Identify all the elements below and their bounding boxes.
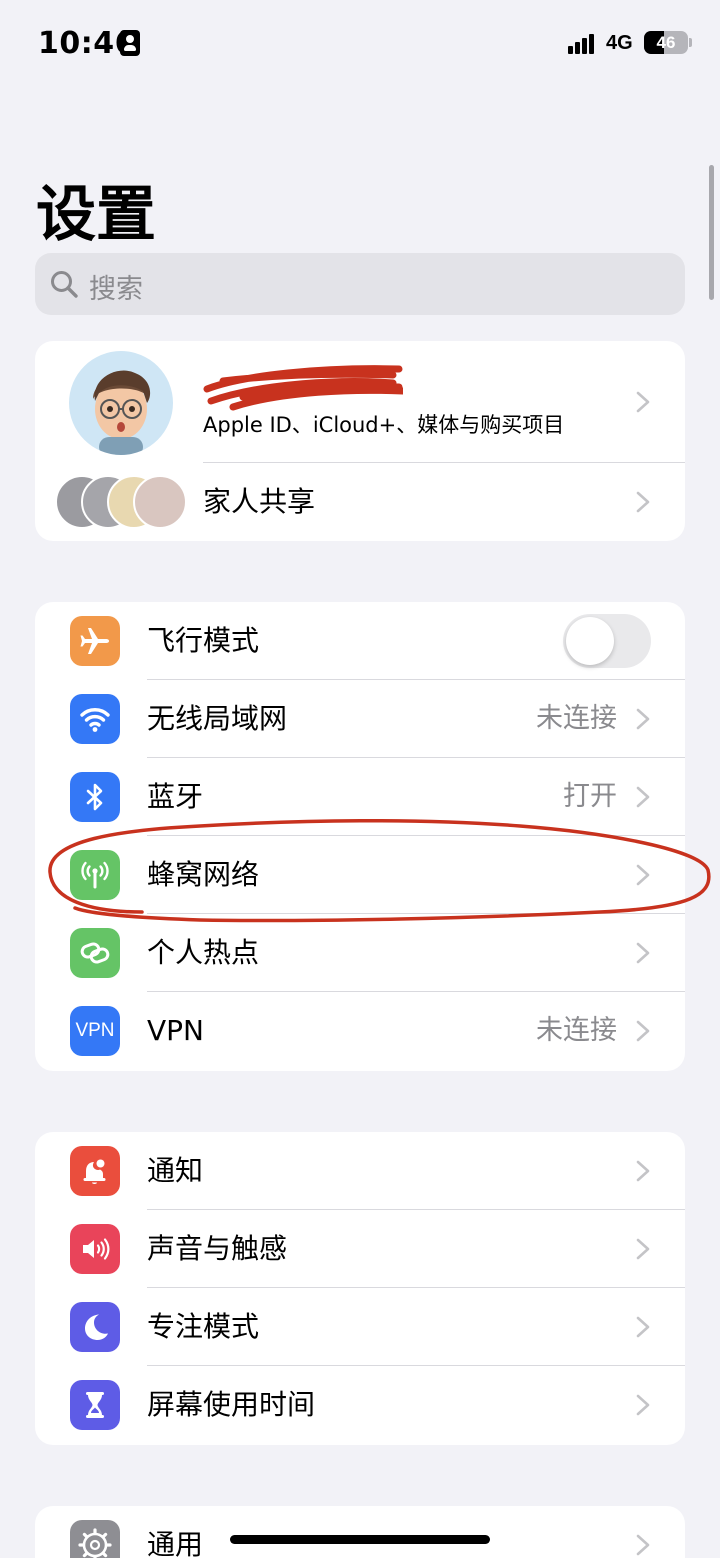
wifi-icon bbox=[70, 694, 120, 744]
focus-label: 专注模式 bbox=[147, 1310, 260, 1343]
search-input[interactable]: 搜索 bbox=[35, 253, 685, 315]
moon-icon bbox=[70, 1302, 120, 1352]
speaker-icon bbox=[70, 1224, 120, 1274]
family-avatars bbox=[55, 473, 195, 531]
status-bar: 10:46 4G 46 bbox=[0, 0, 720, 86]
notifications-label: 通知 bbox=[147, 1154, 204, 1187]
bell-icon bbox=[70, 1146, 120, 1196]
hotspot-label: 个人热点 bbox=[147, 936, 260, 969]
hotspot-chain-icon bbox=[70, 928, 120, 978]
chevron-right-icon bbox=[636, 708, 650, 730]
person-card-icon bbox=[120, 30, 140, 56]
chevron-right-icon bbox=[636, 1020, 650, 1042]
battery-percent: 46 bbox=[656, 33, 676, 52]
apple-id-row[interactable]: Apple ID、iCloud+、媒体与购买项目 bbox=[35, 341, 685, 463]
chevron-right-icon bbox=[636, 942, 650, 964]
wifi-row[interactable]: 无线局域网 未连接 bbox=[35, 680, 685, 758]
general-row[interactable]: 通用 bbox=[35, 1506, 685, 1558]
search-icon bbox=[51, 271, 78, 298]
vpn-icon-text: VPN bbox=[75, 1020, 115, 1041]
vpn-status: 未连接 bbox=[536, 1015, 617, 1046]
search-placeholder: 搜索 bbox=[89, 274, 143, 305]
connectivity-group: 飞行模式 无线局域网 未连接 蓝牙 打开 蜂窝网络 个人热点 VPN VPN 未… bbox=[35, 602, 685, 1071]
general-group: 通用 bbox=[35, 1506, 685, 1558]
cellular-label: 蜂窝网络 bbox=[147, 858, 260, 891]
account-subtitle: Apple ID、iCloud+、媒体与购买项目 bbox=[203, 413, 565, 437]
general-label: 通用 bbox=[147, 1528, 204, 1558]
home-indicator[interactable] bbox=[230, 1535, 490, 1544]
family-sharing-row[interactable]: 家人共享 bbox=[35, 463, 685, 541]
hotspot-row[interactable]: 个人热点 bbox=[35, 914, 685, 992]
bluetooth-status: 打开 bbox=[563, 781, 617, 812]
notifications-group: 通知 声音与触感 专注模式 屏幕使用时间 bbox=[35, 1132, 685, 1445]
airplane-mode-row: 飞行模式 bbox=[35, 602, 685, 680]
family-avatar bbox=[133, 475, 187, 529]
signal-bars-icon bbox=[568, 32, 600, 54]
screen-time-row[interactable]: 屏幕使用时间 bbox=[35, 1366, 685, 1444]
bluetooth-label: 蓝牙 bbox=[147, 780, 204, 813]
network-type: 4G bbox=[606, 32, 633, 54]
chevron-right-icon bbox=[636, 786, 650, 808]
battery-nub bbox=[689, 38, 692, 47]
vpn-label: VPN bbox=[147, 1014, 204, 1047]
vpn-icon: VPN bbox=[70, 1006, 120, 1056]
airplane-icon bbox=[70, 616, 120, 666]
chevron-right-icon bbox=[636, 491, 650, 513]
screen-time-label: 屏幕使用时间 bbox=[147, 1388, 316, 1421]
avatar bbox=[69, 351, 173, 455]
airplane-mode-label: 飞行模式 bbox=[147, 624, 260, 657]
chevron-right-icon bbox=[636, 391, 650, 413]
chevron-right-icon bbox=[636, 864, 650, 886]
wifi-status: 未连接 bbox=[536, 703, 617, 734]
chevron-right-icon bbox=[636, 1160, 650, 1182]
focus-row[interactable]: 专注模式 bbox=[35, 1288, 685, 1366]
wifi-label: 无线局域网 bbox=[147, 702, 288, 735]
chevron-right-icon bbox=[636, 1394, 650, 1416]
cellular-row[interactable]: 蜂窝网络 bbox=[35, 836, 685, 914]
scrollbar[interactable] bbox=[709, 165, 714, 300]
sounds-label: 声音与触感 bbox=[147, 1232, 288, 1265]
sounds-row[interactable]: 声音与触感 bbox=[35, 1210, 685, 1288]
family-sharing-label: 家人共享 bbox=[203, 485, 316, 518]
gear-icon bbox=[70, 1520, 120, 1558]
airplane-mode-toggle[interactable] bbox=[563, 614, 651, 668]
notifications-row[interactable]: 通知 bbox=[35, 1132, 685, 1210]
account-group: Apple ID、iCloud+、媒体与购买项目 家人共享 bbox=[35, 341, 685, 541]
page-title: 设置 bbox=[36, 180, 156, 250]
chevron-right-icon bbox=[636, 1238, 650, 1260]
hourglass-icon bbox=[70, 1380, 120, 1430]
bluetooth-icon bbox=[70, 772, 120, 822]
chevron-right-icon bbox=[636, 1534, 650, 1556]
battery-icon: 46 bbox=[644, 31, 688, 54]
antenna-icon bbox=[70, 850, 120, 900]
chevron-right-icon bbox=[636, 1316, 650, 1338]
bluetooth-row[interactable]: 蓝牙 打开 bbox=[35, 758, 685, 836]
redacted-name-scribble bbox=[203, 365, 403, 411]
vpn-row[interactable]: VPN VPN 未连接 bbox=[35, 992, 685, 1070]
